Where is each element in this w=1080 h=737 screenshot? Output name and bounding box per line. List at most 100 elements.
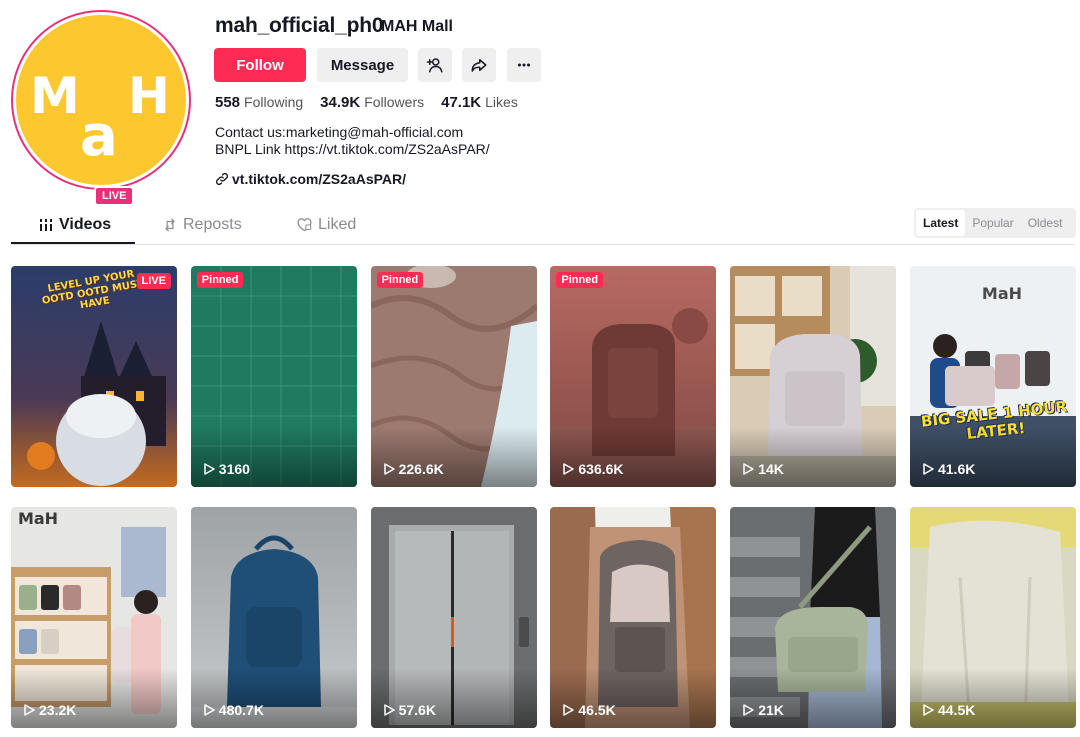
video-card[interactable]: MaH BIG SALE 1 HOUR LATER! 41.6K — [909, 266, 1076, 487]
thumbnail-shade — [730, 427, 897, 487]
active-tab-indicator — [11, 242, 135, 244]
following-count: 558 — [215, 94, 241, 111]
view-count: 21K — [742, 702, 784, 718]
repost-icon — [165, 218, 175, 232]
view-count: 23.2K — [23, 702, 76, 718]
video-logo-text: MaH — [17, 509, 59, 528]
video-card[interactable]: Pinned 636.6K — [550, 266, 717, 487]
play-icon — [204, 704, 215, 716]
profile-link-text: vt.tiktok.com/ZS2aAsPAR/ — [232, 171, 407, 187]
profile-link[interactable]: vt.tiktok.com/ZS2aAsPAR/ — [215, 171, 406, 187]
view-count-text: 41.6K — [937, 461, 976, 477]
followers-label: Followers — [364, 94, 425, 110]
sort-oldest[interactable]: Oldest — [1021, 210, 1070, 236]
username: mah_official_ph0 — [215, 14, 384, 37]
view-count-text: 21K — [758, 702, 784, 718]
nickname: MAH Mall — [381, 18, 453, 35]
view-count: 46.5K — [562, 702, 616, 718]
view-count-text: 46.5K — [578, 702, 616, 718]
video-card[interactable]: Pinned 3160 — [190, 266, 357, 487]
sort-toggle: Latest Popular Oldest — [914, 208, 1076, 238]
play-icon — [923, 704, 934, 716]
profile-avatar[interactable]: M a H LIVE — [11, 10, 191, 206]
thumbnail-shade — [909, 427, 1076, 487]
video-card[interactable]: 14K — [730, 266, 897, 487]
share-button[interactable] — [462, 48, 496, 82]
play-icon — [563, 704, 575, 716]
follow-button[interactable]: Follow — [214, 48, 306, 82]
live-badge[interactable]: LIVE — [94, 186, 135, 206]
share-icon — [471, 59, 487, 72]
stat-following[interactable]: 558 Following — [215, 94, 303, 111]
video-card[interactable]: 46.5K — [550, 507, 717, 728]
view-count: 636.6K — [562, 461, 624, 477]
view-count-text: 14K — [758, 461, 784, 477]
thumbnail-shade — [370, 668, 537, 728]
live-tag: LIVE — [136, 273, 171, 289]
play-icon — [24, 704, 35, 716]
mah-logo: M a H — [30, 67, 170, 169]
likes-label: Likes — [485, 94, 518, 110]
pinned-badge: Pinned — [556, 272, 604, 288]
bio-line-bnpl: BNPL Link https://vt.tiktok.com/ZS2aAsPA… — [215, 141, 490, 157]
tab-videos[interactable]: Videos — [39, 216, 111, 234]
videos-icon — [39, 219, 53, 231]
view-count-text: 636.6K — [578, 461, 624, 477]
svg-text:a: a — [80, 104, 118, 169]
more-button[interactable] — [507, 48, 541, 82]
thumbnail-shade — [190, 427, 357, 487]
tab-reposts[interactable]: Reposts — [163, 216, 242, 234]
video-card[interactable]: 44.5K — [909, 507, 1076, 728]
likes-count: 47.1K — [441, 94, 482, 111]
video-card[interactable]: LEVEL UP YOUR OOTD OOTD MUST HAVE LIVE — [11, 266, 177, 487]
play-icon — [743, 463, 754, 475]
view-count: 41.6K — [922, 461, 975, 477]
video-logo-text: MaH — [981, 284, 1023, 303]
play-icon — [743, 704, 754, 716]
view-count-text: 57.6K — [398, 702, 436, 718]
stat-likes: 47.1K Likes — [441, 94, 518, 111]
svg-text:H: H — [128, 67, 170, 125]
view-count-text: 226.6K — [398, 461, 444, 477]
message-button[interactable]: Message — [317, 48, 408, 82]
thumbnail-shade — [909, 668, 1076, 728]
pinned-badge: Pinned — [196, 272, 244, 288]
view-count-text: 480.7K — [218, 702, 264, 718]
thumbnail-shade — [11, 668, 177, 728]
profile-stats: 558 Following 34.9K Followers 47.1K Likes — [215, 94, 535, 111]
view-count: 226.6K — [383, 461, 444, 477]
play-icon — [204, 463, 215, 475]
view-count: 480.7K — [203, 702, 264, 718]
following-label: Following — [244, 94, 304, 110]
video-card[interactable]: Pinned 226.6K — [370, 266, 537, 487]
tab-liked[interactable]: Liked — [297, 216, 356, 234]
stat-followers[interactable]: 34.9K Followers — [320, 94, 424, 111]
video-card[interactable]: 21K — [730, 507, 897, 728]
bio-line-contact: Contact us:marketing@mah-official.com — [215, 124, 464, 140]
sort-latest[interactable]: Latest — [916, 210, 966, 236]
tab-reposts-label: Reposts — [183, 216, 242, 233]
video-grid: LEVEL UP YOUR OOTD OOTD MUST HAVE LIVE P… — [11, 266, 1076, 728]
video-card[interactable]: 480.7K — [190, 507, 357, 728]
play-icon — [563, 463, 575, 475]
bio: Contact us:marketing@mah-official.com BN… — [215, 124, 490, 158]
play-icon — [923, 463, 934, 475]
video-card[interactable]: MaH 23.2K — [11, 507, 177, 728]
video-card[interactable]: 57.6K — [370, 507, 537, 728]
thumbnail-shade — [190, 668, 357, 728]
pinned-badge: Pinned — [376, 272, 424, 288]
view-count-text: 44.5K — [937, 702, 976, 718]
sort-popular[interactable]: Popular — [965, 210, 1020, 236]
thumbnail-shade — [370, 427, 537, 487]
tab-videos-label: Videos — [59, 216, 112, 233]
thumbnail-shade — [550, 668, 717, 728]
add-friend-button[interactable] — [418, 48, 452, 82]
view-count: 14K — [742, 461, 784, 477]
more-icon — [518, 63, 530, 67]
liked-heart-icon — [297, 218, 312, 232]
followers-count: 34.9K — [320, 94, 361, 111]
thumbnail-shade — [730, 668, 897, 728]
add-friend-icon — [426, 58, 443, 73]
view-count-text: 3160 — [218, 461, 250, 477]
view-count: 57.6K — [383, 702, 436, 718]
